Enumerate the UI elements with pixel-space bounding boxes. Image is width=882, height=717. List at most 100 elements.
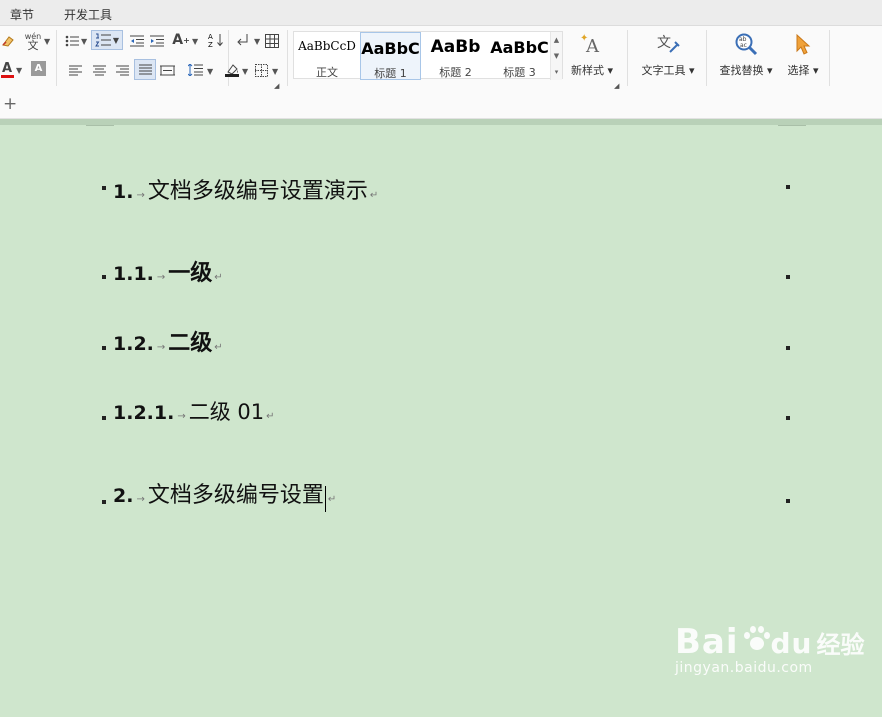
phonetic-dropdown-icon[interactable]: ▼ xyxy=(44,37,50,46)
svg-text:Z: Z xyxy=(208,41,213,48)
tab-chapter[interactable]: 章节 xyxy=(10,6,34,23)
ribbon-separator xyxy=(287,30,288,86)
bullet-dropdown-icon[interactable]: ▼ xyxy=(81,37,87,46)
heading-line-4[interactable]: 1.2.1. → 二级 01 ↵ xyxy=(102,396,795,426)
font-color-letter: A xyxy=(1,61,13,76)
style-heading-1-sample: AaBbC xyxy=(361,39,420,58)
heading-text: 二级 xyxy=(168,331,213,356)
find-replace-text: 查找替换 xyxy=(719,64,764,77)
sort-icon[interactable]: AZ xyxy=(207,31,225,49)
style-normal[interactable]: AaBbCcD 正文 xyxy=(294,32,360,80)
list-number: 2. xyxy=(113,485,134,507)
format-mark xyxy=(102,275,106,279)
borders-dropdown-icon[interactable]: ▼ xyxy=(272,67,278,76)
font-color-dropdown-icon[interactable]: ▼ xyxy=(16,66,22,75)
ribbon-separator xyxy=(829,30,830,86)
select-label: 选择 ▾ xyxy=(787,64,819,77)
text-tools-label: 文字工具 ▾ xyxy=(641,64,695,77)
find-replace-icon: ab ac xyxy=(733,31,759,57)
align-right-icon[interactable] xyxy=(114,62,130,78)
numbered-dropdown-icon: ▼ xyxy=(112,35,120,45)
numbered-list-button[interactable]: ▼ xyxy=(91,30,123,50)
format-mark xyxy=(102,500,106,504)
find-replace-label: 查找替换 ▾ xyxy=(719,64,773,77)
distribute-icon[interactable] xyxy=(159,62,176,78)
style-heading-3[interactable]: AaBbC 标题 3 xyxy=(489,32,550,80)
line-spacing-icon[interactable] xyxy=(187,62,204,78)
page-corner-mark-right xyxy=(778,125,806,131)
paragraph-dialog-launcher-icon[interactable]: ◢ xyxy=(274,82,279,90)
line-spacing-dropdown-icon[interactable]: ▼ xyxy=(207,67,213,76)
svg-text:ac: ac xyxy=(740,42,747,49)
heading-line-5[interactable]: 2. → 文档多级编号设置 ↵ xyxy=(102,477,795,512)
gallery-down-icon[interactable]: ▼ xyxy=(551,48,562,64)
format-mark xyxy=(786,416,790,420)
heading-text: 文档多级编号设置演示 xyxy=(147,179,368,204)
format-mark xyxy=(102,186,106,190)
align-center-icon[interactable] xyxy=(91,62,107,78)
format-mark xyxy=(786,275,790,279)
tab-developer-tools[interactable]: 开发工具 xyxy=(64,6,112,23)
shading-fill-button[interactable] xyxy=(223,61,241,79)
style-heading-3-sample: AaBbC xyxy=(490,38,549,57)
text-tools-char: 文 xyxy=(657,35,671,51)
heading-text: 文档多级编号设置 xyxy=(147,483,324,508)
gallery-up-icon[interactable]: ▲ xyxy=(551,32,562,48)
tab-mark: → xyxy=(156,342,166,353)
bullet-list-icon[interactable] xyxy=(64,33,80,49)
borders-icon[interactable] xyxy=(253,62,269,78)
char-shading-button[interactable]: A xyxy=(31,61,46,76)
gallery-more-icon[interactable]: ▾ xyxy=(551,64,562,80)
show-marks-icon[interactable] xyxy=(234,31,252,49)
clear-format-icon[interactable] xyxy=(0,33,16,49)
text-cursor xyxy=(324,485,326,512)
change-case-icon[interactable]: A + xyxy=(172,31,190,49)
font-color-bar xyxy=(0,75,14,78)
show-marks-dropdown-icon[interactable]: ▼ xyxy=(254,37,260,46)
svg-text:A: A xyxy=(208,33,213,41)
style-heading-2-label: 标题 2 xyxy=(439,66,472,79)
tab-mark: → xyxy=(136,494,145,505)
phonetic-guide-icon[interactable]: wén 文 xyxy=(22,30,44,52)
align-left-icon[interactable] xyxy=(67,62,83,78)
watermark-url: jingyan.baidu.com xyxy=(675,660,813,676)
heading-line-3[interactable]: 1.2. → 二级 ↵ xyxy=(102,325,795,356)
heading-line-2[interactable]: 1.1. → 一级 ↵ xyxy=(102,255,795,286)
cursor-arrow-icon xyxy=(790,31,816,57)
style-heading-1[interactable]: AaBbC 标题 1 xyxy=(360,32,421,80)
style-gallery-scroller: ▲ ▼ ▾ xyxy=(550,32,562,80)
phonetic-char: 文 xyxy=(27,39,39,52)
change-case-dropdown-icon[interactable]: ▼ xyxy=(192,37,198,46)
ribbon-separator xyxy=(706,30,707,86)
format-mark xyxy=(102,416,106,420)
paragraph-mark: ↵ xyxy=(214,342,223,353)
styles-dialog-launcher-icon[interactable]: ◢ xyxy=(614,82,619,90)
insert-table-icon[interactable] xyxy=(263,32,280,49)
ribbon-tab-strip: 章节 开发工具 xyxy=(0,0,882,26)
style-heading-1-label: 标题 1 xyxy=(374,67,407,80)
tab-mark: → xyxy=(156,272,166,283)
style-normal-sample: AaBbCcD xyxy=(298,39,356,53)
heading-line-1[interactable]: 1. → 文档多级编号设置演示 ↵ xyxy=(102,173,795,204)
heading-text: 一级 xyxy=(168,261,213,286)
ribbon-footer: + xyxy=(0,91,882,119)
heading-text: 二级 01 xyxy=(188,400,265,424)
justify-button[interactable] xyxy=(134,59,156,80)
add-tab-icon[interactable]: + xyxy=(3,94,17,114)
baidu-jingyan-watermark: Bai du 经验 jingyan.baidu.com xyxy=(675,622,865,676)
decrease-indent-icon[interactable] xyxy=(129,33,145,49)
shading-dropdown-icon[interactable]: ▼ xyxy=(242,67,248,76)
ribbon-separator xyxy=(56,30,57,86)
paragraph-mark: ↵ xyxy=(327,494,337,505)
increase-indent-icon[interactable] xyxy=(149,33,165,49)
list-number: 1.1. xyxy=(113,263,154,285)
new-style-label: 新样式 ▾ xyxy=(570,64,614,77)
style-heading-2[interactable]: AaBb 标题 2 xyxy=(424,32,487,80)
new-style-icon: A ✦ xyxy=(579,31,605,57)
shading-color-bar xyxy=(225,74,239,77)
tab-mark: → xyxy=(177,411,186,422)
watermark-logo-text: Bai xyxy=(675,622,739,662)
style-heading-2-sample: AaBb xyxy=(430,37,481,57)
font-color-button[interactable]: A xyxy=(0,60,14,80)
svg-text:✦: ✦ xyxy=(580,33,588,44)
